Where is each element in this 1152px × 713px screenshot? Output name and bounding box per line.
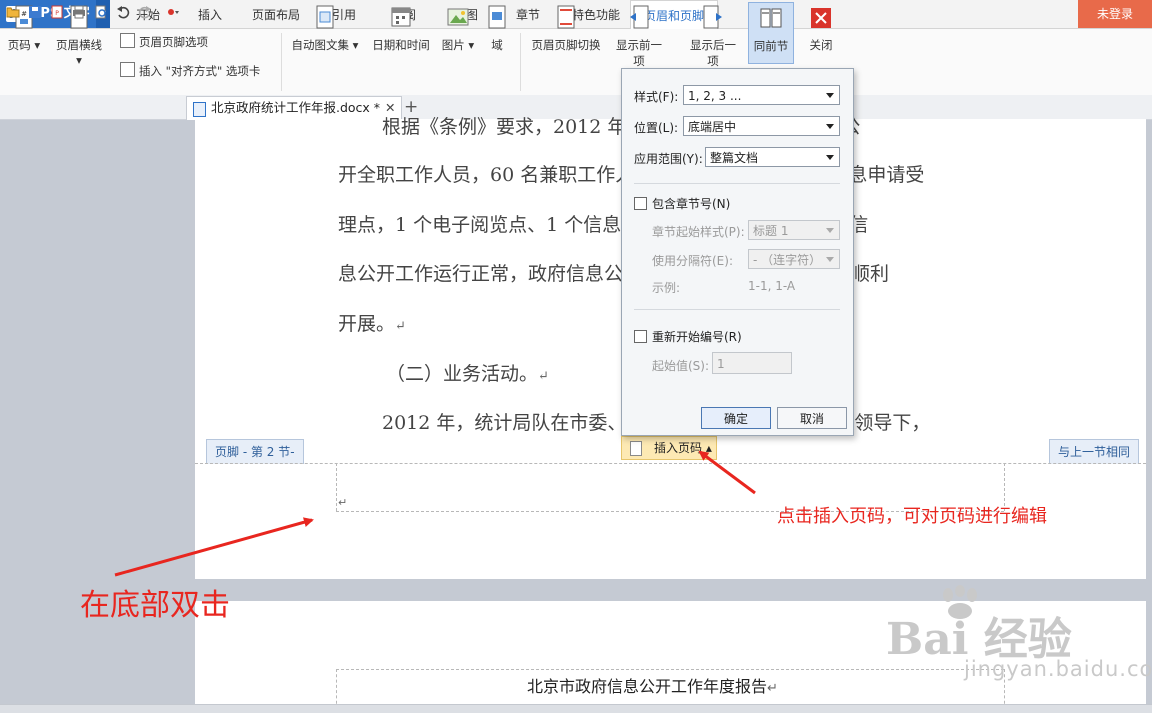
annotation-click-insert-page-number: 点击插入页码，可对页码进行编辑 bbox=[777, 506, 1047, 527]
baidu-watermark: Bai 经验 jingyan.baidu.com bbox=[880, 585, 1152, 710]
watermark-url: jingyan.baidu.com bbox=[964, 657, 1152, 681]
annotation-double-click-bottom: 在底部双击 bbox=[80, 588, 230, 623]
arrow-to-footer bbox=[114, 517, 314, 577]
arrow-to-insert-page-number bbox=[698, 450, 756, 495]
